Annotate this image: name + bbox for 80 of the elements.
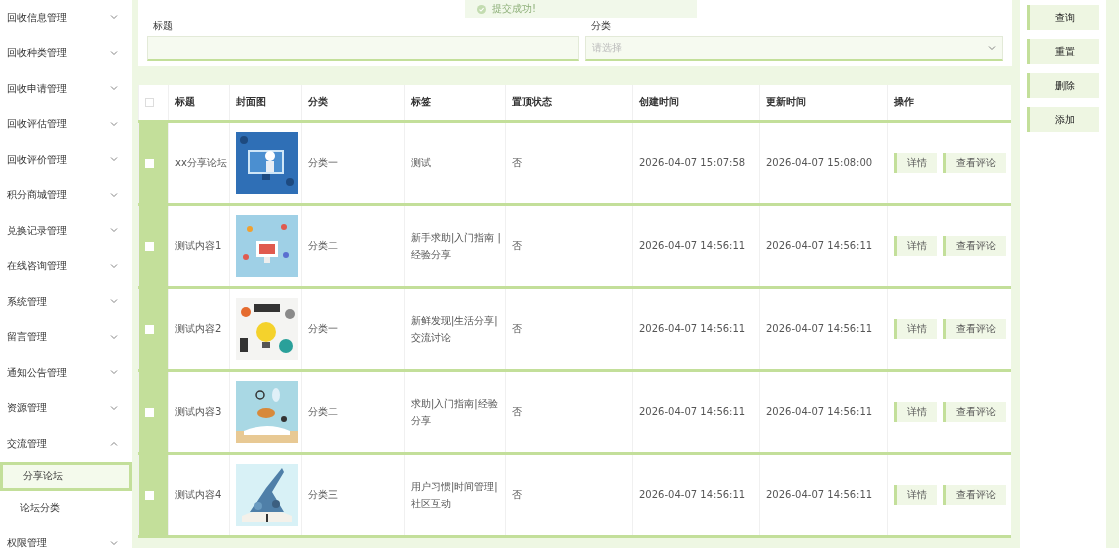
checkbox[interactable] bbox=[145, 98, 154, 108]
table-cell: 2026-04-07 14:56:11 bbox=[759, 204, 888, 287]
comments-button[interactable]: 查看评论 bbox=[943, 152, 1006, 173]
chevron-icon bbox=[110, 86, 118, 92]
chevron-icon bbox=[110, 263, 118, 269]
table-cell: 测试内容3 bbox=[168, 370, 230, 453]
chevron-icon bbox=[110, 50, 118, 56]
table-cell: 2026-04-07 14:56:11 bbox=[759, 287, 888, 370]
chevron-icon bbox=[110, 228, 118, 234]
table-cell: 新手求助|入门指南 |经验分享 bbox=[404, 204, 506, 287]
details-button[interactable]: 详情 bbox=[894, 152, 937, 173]
menu-item[interactable]: 留言管理 bbox=[0, 319, 132, 355]
table-cell: 用户习惯|时间管理|社区互动 bbox=[404, 453, 506, 536]
menu-item[interactable]: 回收评估管理 bbox=[0, 106, 132, 142]
field-label: 标题 bbox=[152, 19, 174, 33]
table-cell: 分类一 bbox=[301, 121, 405, 204]
table-cell: 测试内容1 bbox=[168, 204, 230, 287]
table-cell: 测试内容4 bbox=[168, 453, 230, 536]
table-cell: 2026-04-07 14:56:11 bbox=[632, 204, 760, 287]
comments-button[interactable]: 查看评论 bbox=[943, 484, 1006, 505]
title-input[interactable] bbox=[147, 36, 580, 61]
menu-item[interactable]: 资源管理 bbox=[0, 390, 132, 426]
table-cell: 2026-04-07 15:08:00 bbox=[759, 121, 888, 204]
table-cell: 2026-04-07 14:56:11 bbox=[759, 370, 888, 453]
table-cell: 否 bbox=[505, 204, 633, 287]
table-cell: 否 bbox=[505, 287, 633, 370]
menu-item[interactable]: 积分商城管理 bbox=[0, 177, 132, 213]
table-cell: 2026-04-07 15:07:58 bbox=[632, 121, 760, 204]
details-button[interactable]: 详情 bbox=[894, 401, 937, 422]
table-cell: 分类二 bbox=[301, 370, 405, 453]
chevron-icon bbox=[110, 299, 118, 305]
toolbar-button[interactable]: 重置 bbox=[1027, 39, 1099, 64]
table-cell: 分类三 bbox=[301, 453, 405, 536]
menu-item[interactable]: 回收信息管理 bbox=[0, 0, 132, 36]
chevron-icon bbox=[110, 15, 118, 21]
table-cell: 分类一 bbox=[301, 287, 405, 370]
menu-item[interactable]: 兑换记录管理 bbox=[0, 213, 132, 249]
toolbar-button[interactable]: 删除 bbox=[1027, 73, 1099, 98]
menu-item[interactable]: 系统管理 bbox=[0, 284, 132, 320]
toolbar-button[interactable]: 查询 bbox=[1027, 5, 1099, 30]
chevron-icon bbox=[110, 540, 118, 546]
chevron-icon bbox=[110, 370, 118, 376]
comments-button[interactable]: 查看评论 bbox=[943, 401, 1006, 422]
menu-item[interactable]: 通知公告管理 bbox=[0, 355, 132, 391]
toast-message: 提交成功! bbox=[492, 2, 536, 16]
details-button[interactable]: 详情 bbox=[894, 318, 937, 339]
table-cell: 2026-04-07 14:56:11 bbox=[632, 453, 760, 536]
table-cell: 测试 bbox=[404, 121, 506, 204]
submenu-item[interactable]: 分享论坛 bbox=[0, 461, 132, 491]
details-button[interactable]: 详情 bbox=[894, 484, 937, 505]
menu-item[interactable]: 在线咨询管理 bbox=[0, 248, 132, 284]
field-label: 分类 bbox=[590, 19, 613, 33]
table-cell: 否 bbox=[505, 121, 633, 204]
chevron-icon bbox=[110, 157, 118, 163]
chevron-icon bbox=[110, 192, 118, 198]
menu-item[interactable]: 回收申请管理 bbox=[0, 71, 132, 107]
chevron-icon bbox=[110, 441, 118, 447]
toolbar-button[interactable]: 添加 bbox=[1027, 107, 1099, 132]
table-cell: 新鲜发现|生活分享|交流讨论 bbox=[404, 287, 506, 370]
table-cell: 2026-04-07 14:56:11 bbox=[759, 453, 888, 536]
chevron-icon bbox=[988, 45, 996, 51]
menu-item[interactable]: 回收种类管理 bbox=[0, 35, 132, 71]
chevron-icon bbox=[110, 405, 118, 411]
menu-item[interactable]: 回收评价管理 bbox=[0, 142, 132, 178]
table-cell: 求助|入门指南|经验分享 bbox=[404, 370, 506, 453]
menu-item[interactable]: 交流管理 bbox=[0, 426, 132, 462]
check-circle-icon bbox=[477, 4, 486, 14]
table-cell: 2026-04-07 14:56:11 bbox=[632, 287, 760, 370]
table-cell: 否 bbox=[505, 370, 633, 453]
details-button[interactable]: 详情 bbox=[894, 235, 937, 256]
table-cell: 分类二 bbox=[301, 204, 405, 287]
chevron-icon bbox=[110, 121, 118, 127]
comments-button[interactable]: 查看评论 bbox=[943, 235, 1006, 256]
table-cell: xx分享论坛 bbox=[168, 121, 230, 204]
table-cell: 2026-04-07 14:56:11 bbox=[632, 370, 760, 453]
comments-button[interactable]: 查看评论 bbox=[943, 318, 1006, 339]
table-cell: 否 bbox=[505, 453, 633, 536]
menu-item[interactable]: 权限管理 bbox=[0, 525, 132, 548]
chevron-icon bbox=[110, 334, 118, 340]
table-cell: 测试内容2 bbox=[168, 287, 230, 370]
